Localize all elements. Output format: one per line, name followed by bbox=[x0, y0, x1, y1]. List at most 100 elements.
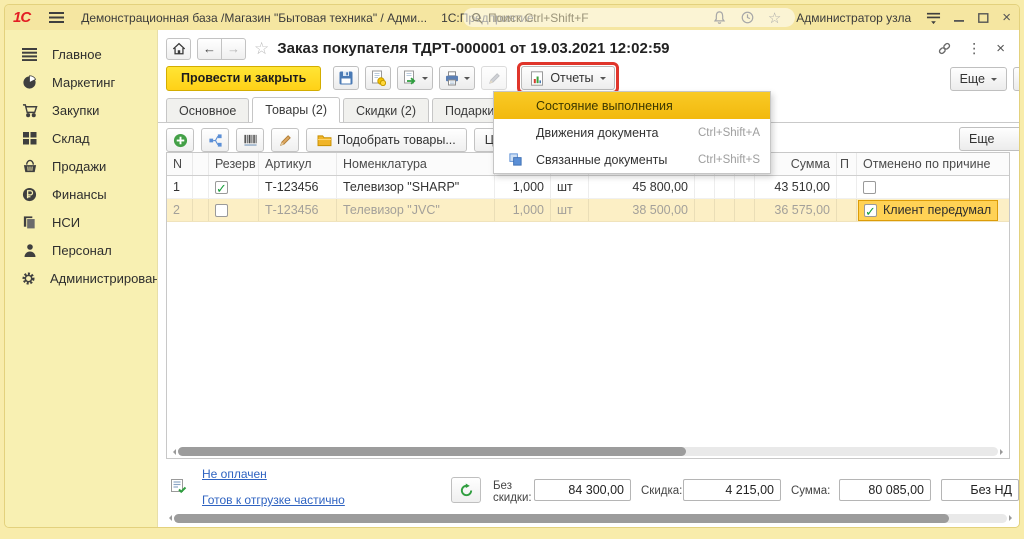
tab-main[interactable]: Основное bbox=[166, 98, 249, 122]
pick-goods-button[interactable]: Подобрать товары... bbox=[306, 128, 467, 152]
scrollbar-thumb[interactable] bbox=[178, 447, 686, 456]
back-button[interactable]: ← bbox=[197, 38, 222, 60]
discount-field[interactable]: 4 215,00 bbox=[683, 479, 781, 501]
person-icon bbox=[21, 243, 38, 258]
reserve-checkbox[interactable] bbox=[215, 204, 228, 217]
sidebar-item-sales[interactable]: Продажи bbox=[5, 152, 157, 180]
post-and-close-button[interactable]: Провести и закрыть bbox=[166, 66, 321, 91]
top-bar: 1С Демонстрационная база /Магазин "Бытов… bbox=[5, 5, 1019, 30]
favorite-star-icon[interactable]: ☆ bbox=[254, 39, 269, 59]
cell-qty: 1,000 bbox=[495, 176, 551, 198]
settings-menu-icon[interactable] bbox=[926, 11, 941, 25]
col-header-flag[interactable] bbox=[193, 153, 209, 175]
cell-name: Телевизор "JVC" bbox=[337, 199, 495, 221]
document-window: ← → ☆ Заказ покупателя ТДРТ-000001 от 19… bbox=[157, 30, 1019, 527]
grid-icon bbox=[21, 131, 38, 145]
maximize-window-icon[interactable] bbox=[978, 13, 989, 23]
selected-cancel-reason-cell[interactable]: Клиент передумал bbox=[858, 200, 998, 221]
sidebar-item-purchases[interactable]: Закупки bbox=[5, 96, 157, 124]
tab-goods[interactable]: Товары (2) bbox=[252, 97, 340, 123]
save-button[interactable] bbox=[333, 66, 359, 90]
form-horizontal-scrollbar[interactable] bbox=[166, 512, 1015, 524]
col-header-n[interactable]: N bbox=[167, 153, 193, 175]
linked-documents-icon bbox=[508, 152, 523, 167]
scroll-right-icon[interactable] bbox=[1000, 449, 1006, 455]
structure-icon bbox=[208, 133, 223, 148]
table-more-button[interactable]: Еще bbox=[959, 127, 1019, 151]
no-discount-label: Без скидки: bbox=[493, 480, 539, 504]
add-row-button[interactable] bbox=[166, 128, 194, 152]
home-button[interactable] bbox=[166, 38, 191, 60]
cell-unit: шт bbox=[551, 199, 589, 221]
reserve-checkbox[interactable] bbox=[215, 181, 228, 194]
structure-button[interactable] bbox=[201, 128, 229, 152]
close-document-icon[interactable]: × bbox=[996, 40, 1005, 57]
post-document-button[interactable] bbox=[365, 66, 391, 90]
post-document-icon bbox=[370, 70, 386, 86]
create-based-on-button[interactable] bbox=[397, 66, 433, 90]
menu-item-linked-documents[interactable]: Связанные документы Ctrl+Shift+S bbox=[494, 146, 770, 173]
shipment-status-link[interactable]: Готов к отгрузке частично bbox=[202, 493, 345, 507]
no-discount-field[interactable]: 84 300,00 bbox=[534, 479, 631, 501]
sidebar-item-administration[interactable]: Администрирование bbox=[5, 264, 157, 292]
cell-name: Телевизор "SHARP" bbox=[337, 176, 495, 198]
reports-dropdown-menu: Состояние выполнения Движения документа … bbox=[493, 91, 771, 174]
recalculate-button[interactable] bbox=[451, 477, 481, 503]
cancelled-checkbox[interactable] bbox=[864, 204, 877, 217]
scrollbar-thumb[interactable] bbox=[174, 514, 949, 523]
barcode-scan-button[interactable] bbox=[236, 128, 264, 152]
close-window-icon[interactable]: × bbox=[1002, 9, 1011, 26]
cell-n: 1 bbox=[167, 176, 193, 198]
clipped-button-edge bbox=[1013, 67, 1019, 91]
search-input[interactable]: Поиск Ctrl+Shift+F bbox=[463, 8, 795, 27]
cancelled-checkbox[interactable] bbox=[863, 181, 876, 194]
col-header-p[interactable]: П bbox=[837, 153, 857, 175]
total-field[interactable]: 80 085,00 bbox=[839, 479, 931, 501]
menu-item-document-movements[interactable]: Движения документа Ctrl+Shift+A bbox=[494, 119, 770, 146]
edit-button[interactable] bbox=[481, 66, 507, 90]
document-more-button[interactable]: Еще bbox=[950, 67, 1007, 91]
chevron-down-icon bbox=[600, 77, 606, 83]
scroll-left-icon[interactable] bbox=[166, 515, 172, 521]
sidebar-item-finance[interactable]: Финансы bbox=[5, 180, 157, 208]
scroll-left-icon[interactable] bbox=[170, 449, 176, 455]
table-empty-area[interactable] bbox=[167, 222, 1009, 445]
forward-button[interactable]: → bbox=[221, 38, 246, 60]
cell-unit: шт bbox=[551, 176, 589, 198]
app-title: Демонстрационная база /Магазин "Бытовая … bbox=[81, 11, 427, 25]
barcode-icon bbox=[243, 133, 258, 147]
sidebar-item-personnel[interactable]: Персонал bbox=[5, 236, 157, 264]
get-link-icon[interactable] bbox=[937, 41, 952, 56]
discount-label: Скидка: bbox=[641, 485, 682, 497]
reports-button[interactable]: Отчеты bbox=[521, 66, 614, 90]
tab-discounts[interactable]: Скидки (2) bbox=[343, 98, 429, 122]
col-header-reserve[interactable]: Резерв bbox=[209, 153, 259, 175]
sidebar-item-warehouse[interactable]: Склад bbox=[5, 124, 157, 152]
menu-lines-icon bbox=[21, 48, 38, 61]
col-header-reason[interactable]: Отменено по причине bbox=[857, 153, 1009, 175]
sidebar-item-nsi[interactable]: НСИ bbox=[5, 208, 157, 236]
col-header-name[interactable]: Номенклатура bbox=[337, 153, 495, 175]
table-row-1[interactable]: 1 Т-123456 Телевизор "SHARP" 1,000 шт 45… bbox=[167, 176, 1009, 199]
sidebar-item-main[interactable]: Главное bbox=[5, 40, 157, 68]
edit-row-button[interactable] bbox=[271, 128, 299, 152]
table-horizontal-scrollbar[interactable] bbox=[167, 445, 1009, 458]
scroll-right-icon[interactable] bbox=[1009, 515, 1015, 521]
vat-field[interactable]: Без НД bbox=[941, 479, 1019, 501]
sidebar-item-marketing[interactable]: Маркетинг bbox=[5, 68, 157, 96]
floppy-icon bbox=[338, 70, 354, 86]
current-user[interactable]: Администратор узла bbox=[796, 11, 911, 25]
cell-article: Т-123456 bbox=[259, 176, 337, 198]
reports-annotation-highlight: Отчеты bbox=[517, 62, 618, 94]
payment-status-link[interactable]: Не оплачен bbox=[202, 467, 267, 481]
pencil-icon bbox=[278, 133, 293, 148]
minimize-window-icon[interactable] bbox=[954, 13, 965, 23]
table-row-2[interactable]: 2 Т-123456 Телевизор "JVC" 1,000 шт 38 5… bbox=[167, 199, 1009, 222]
cancel-reason-text: Клиент передумал bbox=[883, 199, 991, 221]
print-button[interactable] bbox=[439, 66, 475, 90]
col-header-article[interactable]: Артикул bbox=[259, 153, 337, 175]
report-icon bbox=[530, 71, 544, 86]
menu-item-execution-state[interactable]: Состояние выполнения bbox=[494, 92, 770, 119]
more-actions-dots-icon[interactable]: ⋮ bbox=[967, 40, 981, 57]
main-menu-burger-icon[interactable] bbox=[48, 11, 65, 24]
